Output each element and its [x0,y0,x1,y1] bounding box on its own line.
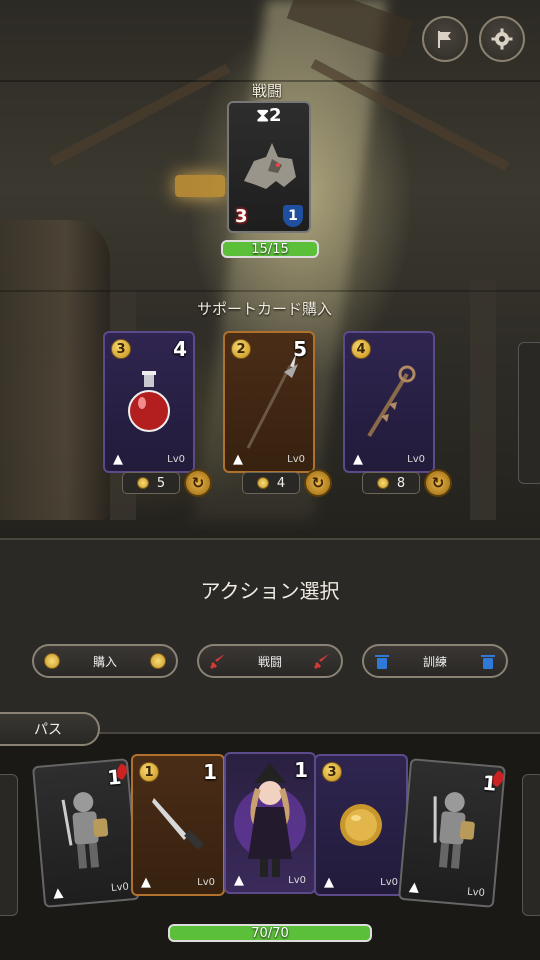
coin-icon [256,477,269,489]
train-button[interactable]: 訓練 [362,644,508,678]
price-box: 8 [362,472,420,494]
flag-icon [438,31,451,48]
card-cost: 3 [111,339,131,359]
staff-art [367,365,416,438]
witch-hat-icon: ▲ [324,875,334,890]
action-title: アクション選択 [200,579,340,603]
pass-label: パス [34,722,62,738]
card-level: Lv0 [288,875,306,886]
shop-card-potion[interactable]: 3 4 ▲ Lv0 [103,331,195,473]
gold-coin-art [340,804,382,846]
enemy-attack: 3 [235,206,248,227]
witch-hat-icon: ▲ [353,452,363,467]
witch-hat-icon: ▲ [141,875,151,890]
card-attack: 1 [481,770,498,796]
knight-art [433,792,475,869]
stone-statue [0,220,110,520]
player-hp-bar: 70/70 [168,924,372,942]
hand-card-knight[interactable]: 1 ▲ Lv0 [397,758,507,908]
settings-button[interactable] [479,16,525,62]
shop-card-spear[interactable]: 2 5 ▲ Lv0 [223,331,315,473]
buy-button[interactable]: 購入 [32,644,178,678]
pass-button[interactable]: パス [0,712,100,746]
sword-icon [313,654,329,670]
card-attack: 1 [203,760,217,784]
hand-card-knight[interactable]: 1 ▲ Lv0 [31,758,141,908]
right-side-tab[interactable] [518,342,540,484]
coin-icon [136,477,149,489]
buy-label: 購入 [92,654,117,669]
refresh-icon: ↻ [311,474,325,492]
deck-side-tab[interactable] [0,774,18,916]
enemy-hp-bar: 15/15 [221,240,319,258]
witch-hat-icon: ▲ [52,885,64,902]
hand-card-knife[interactable]: 1 1 ▲ Lv0 [131,754,225,896]
battle-title: 戦闘 [252,82,283,100]
flag-button[interactable] [422,16,468,62]
card-cost: 3 [322,762,342,782]
hand-card-witch[interactable]: 1 ▲ Lv0 [224,752,316,894]
refresh-button[interactable]: ↻ [304,469,332,497]
price: 5 [156,475,166,491]
gear-icon [491,28,513,50]
card-attack: 4 [173,337,187,361]
train-label: 訓練 [422,654,447,669]
turn-timer: ⧗2 [229,105,309,126]
shop-card-staff[interactable]: 4 ▲ Lv0 [343,331,435,473]
price: 4 [276,475,286,491]
trash-icon [375,655,389,669]
discard-side-tab[interactable] [522,774,540,916]
action-panel [0,538,540,734]
battle-label: 戦闘 [257,654,282,669]
shop-title: サポートカード購入 [197,300,333,318]
coin-icon [376,477,389,489]
knight-art [61,792,109,869]
card-level: Lv0 [197,877,215,888]
card-level: Lv0 [380,877,398,888]
battle-button[interactable]: 戦闘 [197,644,343,678]
hourglass-icon: ⧗ [256,105,270,126]
pillar [470,280,496,520]
card-cost: 4 [351,339,371,359]
refresh-icon: ↻ [431,474,445,492]
trash-icon [480,655,495,669]
enemy-defense: 1 [288,208,298,224]
card-level: Lv0 [167,454,185,465]
enemy-defense-shield: 1 [283,205,303,227]
divider [0,290,540,292]
enemy-card[interactable]: ⧗2 3 1 [227,101,311,233]
witch-hat-icon: ▲ [113,452,123,467]
spear-art [246,354,298,449]
coin-icon [149,653,166,669]
candles [175,175,225,197]
witch-hat-icon: ▲ [233,452,243,467]
wolf-monster-art [244,143,296,189]
card-cost: 1 [139,762,159,782]
price-box: 5 [122,472,180,494]
refresh-icon: ↻ [191,474,205,492]
enemy-timer: 2 [269,105,282,126]
card-level: Lv0 [466,886,486,900]
price-box: 4 [242,472,300,494]
knife-art [152,798,204,850]
enemy-hp-text: 15/15 [251,241,289,257]
witch-hat-icon: ▲ [408,879,420,896]
player-hp-text: 70/70 [251,925,289,941]
potion-art [128,371,170,432]
card-level: Lv0 [287,454,305,465]
refresh-button[interactable]: ↻ [184,469,212,497]
witch-hat-icon: ▲ [234,873,244,888]
refresh-button[interactable]: ↻ [424,469,452,497]
card-level: Lv0 [110,881,130,895]
price: 8 [396,475,406,491]
sword-icon [209,654,225,670]
hand-card-gold-coin[interactable]: 3 ▲ Lv0 [314,754,408,896]
card-level: Lv0 [407,454,425,465]
coin-icon [44,653,60,669]
witch-art [234,763,306,877]
